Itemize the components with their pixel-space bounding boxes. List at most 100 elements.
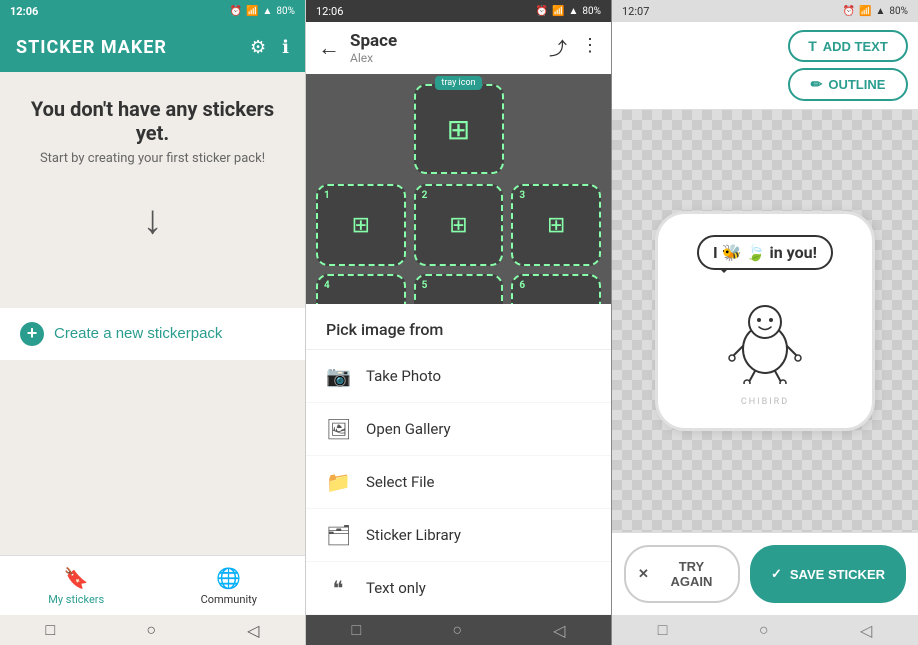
nav-circle-3[interactable]: ○	[759, 620, 769, 640]
share-icon[interactable]: ⤴	[549, 35, 567, 61]
sticker-grid: 1 ⊞ 2 ⊞ 3 ⊞ 4 ⊞ 5 ⊞ 6 ⊞	[316, 184, 601, 304]
sticker-num-6: 6	[519, 280, 525, 291]
panel-pack-editor: 12:06 ⏰ 📶 ▲ 80% ← Space Alex ⤴ ⋮ tray ic…	[306, 0, 612, 645]
menu-take-photo[interactable]: 📷 Take Photo	[306, 350, 611, 403]
speech-text: I 🐝 🍃 in you!	[713, 243, 817, 262]
sticker-cell-1[interactable]: 1 ⊞	[316, 184, 406, 266]
empty-subtitle: Start by creating your first sticker pac…	[40, 151, 265, 166]
text-only-label: Text only	[366, 579, 426, 597]
menu-sticker-library[interactable]: 🗂 Sticker Library	[306, 509, 611, 562]
library-icon: 🗂	[326, 523, 350, 547]
menu-open-gallery[interactable]: 🖼 Open Gallery	[306, 403, 611, 456]
file-icon: 📁	[326, 470, 350, 494]
tray-label: tray icon	[435, 76, 481, 90]
header-icons: ⚙ ℹ	[250, 37, 289, 58]
tray-icon-section: tray icon ⊞	[316, 84, 601, 174]
community-label: Community	[201, 593, 257, 606]
nav-circle-1[interactable]: ○	[146, 620, 156, 640]
sticker-cell-4[interactable]: 4 ⊞	[316, 274, 406, 304]
bottom-navigation: 🔖 My stickers 🌐 Community	[0, 555, 305, 615]
outline-button[interactable]: ✏ OUTLINE	[788, 68, 908, 101]
status-bar-2: 12:06 ⏰ 📶 ▲ 80%	[306, 0, 611, 22]
tab-my-stickers[interactable]: 🔖 My stickers	[0, 556, 153, 615]
arrow-down-icon: ↓	[143, 196, 163, 243]
try-again-x-icon: ✕	[638, 566, 649, 582]
sticker-add-icon-6: ⊞	[547, 303, 565, 305]
speech-bubble: I 🐝 🍃 in you!	[697, 235, 833, 270]
wifi-icon: ▲	[263, 6, 273, 17]
more-icon[interactable]: ⋮	[581, 35, 599, 61]
outline-label: OUTLINE	[828, 77, 885, 92]
nav-square-1[interactable]: □	[46, 620, 56, 640]
status-icons-3: ⏰ 📶 ▲ 80%	[843, 6, 908, 17]
system-nav-3: □ ○ ◁	[612, 615, 918, 645]
nav-back-3[interactable]: ◁	[860, 621, 872, 640]
create-stickerpack-button[interactable]: + Create a new stickerpack	[0, 308, 305, 360]
status-bar-3: 12:07 ⏰ 📶 ▲ 80%	[612, 0, 918, 22]
sticker-watermark: CHIBIRD	[741, 397, 789, 407]
signal-icon-2: 📶	[552, 6, 564, 17]
try-again-button[interactable]: ✕ TRY AGAIN	[624, 545, 740, 603]
back-button[interactable]: ←	[318, 35, 340, 61]
editor-canvas: I 🐝 🍃 in you!	[612, 110, 918, 532]
settings-icon[interactable]: ⚙	[250, 37, 266, 58]
system-nav-1: □ ○ ◁	[0, 615, 305, 645]
sticker-num-2: 2	[422, 190, 428, 201]
sticker-num-1: 1	[324, 190, 330, 201]
sticker-preview: I 🐝 🍃 in you!	[655, 211, 875, 431]
pack-info: Space Alex	[350, 31, 397, 65]
add-text-label: ADD TEXT	[823, 39, 888, 54]
try-again-label: TRY AGAIN	[657, 559, 726, 589]
time-2: 12:06	[316, 5, 343, 18]
nav-square-2[interactable]: □	[352, 620, 362, 640]
nav-back-1[interactable]: ◁	[247, 621, 259, 640]
info-icon[interactable]: ℹ	[282, 37, 289, 58]
tab-community[interactable]: 🌐 Community	[153, 556, 306, 615]
battery-2: 80%	[582, 6, 601, 17]
nav-back-2[interactable]: ◁	[553, 621, 565, 640]
sticker-cell-5[interactable]: 5 ⊞	[414, 274, 504, 304]
add-text-button[interactable]: T ADD TEXT	[788, 30, 908, 62]
wifi-icon-2: ▲	[569, 6, 579, 17]
pack-author: Alex	[350, 51, 397, 65]
my-stickers-icon: 🔖	[64, 566, 89, 590]
bottom-sheet: Pick image from 📷 Take Photo 🖼 Open Gall…	[306, 304, 611, 615]
sticker-num-5: 5	[422, 280, 428, 291]
save-sticker-label: SAVE STICKER	[790, 567, 885, 582]
menu-select-file[interactable]: 📁 Select File	[306, 456, 611, 509]
status-bar-1: 12:06 ⏰ 📶 ▲ 80%	[0, 0, 305, 22]
pick-image-title: Pick image from	[306, 304, 611, 350]
create-btn-label: Create a new stickerpack	[54, 325, 222, 342]
pack-header-right: ⤴ ⋮	[549, 35, 599, 61]
sticker-add-icon-2: ⊞	[449, 213, 467, 238]
status-icons-1: ⏰ 📶 ▲ 80%	[230, 6, 295, 17]
sticker-num-3: 3	[519, 190, 525, 201]
status-icons-2: ⏰ 📶 ▲ 80%	[536, 6, 601, 17]
wifi-icon-3: ▲	[876, 6, 886, 17]
nav-square-3[interactable]: □	[658, 620, 668, 640]
tray-add-icon: ⊞	[447, 113, 470, 146]
panel-sticker-maker: 12:06 ⏰ 📶 ▲ 80% STICKER MAKER ⚙ ℹ You do…	[0, 0, 306, 645]
tray-icon-cell[interactable]: tray icon ⊞	[414, 84, 504, 174]
save-sticker-button[interactable]: ✓ SAVE STICKER	[750, 545, 906, 603]
time-1: 12:06	[10, 5, 38, 18]
sticker-cell-6[interactable]: 6 ⊞	[511, 274, 601, 304]
pack-header: ← Space Alex ⤴ ⋮	[306, 22, 611, 74]
nav-circle-2[interactable]: ○	[452, 620, 462, 640]
take-photo-label: Take Photo	[366, 367, 441, 385]
menu-text-only[interactable]: ❝ Text only	[306, 562, 611, 615]
sticker-add-icon-1: ⊞	[352, 213, 370, 238]
time-3: 12:07	[622, 5, 649, 18]
camera-icon: 📷	[326, 364, 350, 388]
app-title: STICKER MAKER	[16, 37, 167, 58]
community-icon: 🌐	[216, 566, 241, 590]
create-plus-icon: +	[20, 322, 44, 346]
sticker-add-icon-3: ⊞	[547, 213, 565, 238]
empty-state: You don't have any stickers yet. Start b…	[0, 72, 305, 308]
battery-1: 80%	[276, 6, 295, 17]
pack-name: Space	[350, 31, 397, 51]
sticker-add-icon-4: ⊞	[352, 303, 370, 305]
sticker-cell-2[interactable]: 2 ⊞	[414, 184, 504, 266]
sticker-character	[725, 294, 805, 393]
sticker-cell-3[interactable]: 3 ⊞	[511, 184, 601, 266]
